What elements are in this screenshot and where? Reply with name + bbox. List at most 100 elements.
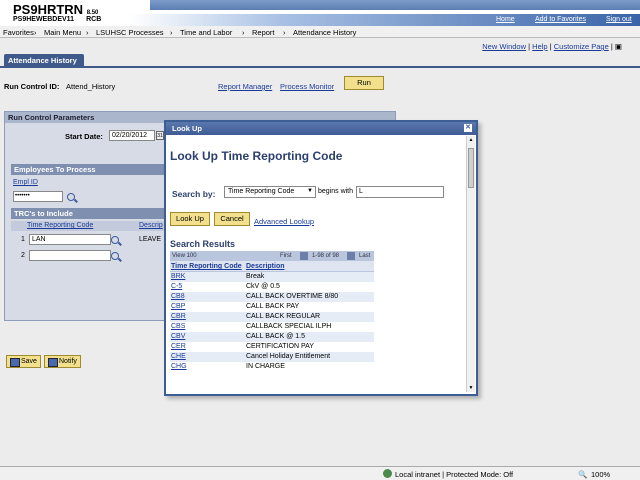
trc-code-link[interactable]: CHE — [171, 353, 186, 360]
dialog-heading: Look Up Time Reporting Code — [170, 149, 343, 163]
trc-code-link[interactable]: CBV — [171, 333, 185, 340]
trc-column-sort[interactable]: Time Reporting Code — [171, 263, 242, 270]
lookup-icon[interactable] — [111, 236, 119, 244]
globe-icon — [383, 469, 392, 478]
dialog-scrollbar[interactable]: ▲ ▼ — [466, 136, 475, 392]
process-monitor-link[interactable]: Process Monitor — [280, 82, 334, 91]
trc-code-link[interactable]: BRK — [171, 273, 185, 280]
calendar-icon[interactable]: 31 — [156, 131, 164, 140]
dialog-title-bar: Look Up ✕ — [166, 122, 476, 135]
table-row: CB8 CALL BACK OVERTIME 8/80 — [170, 292, 374, 302]
breadcrumb-separator: › — [86, 28, 89, 37]
new-window-link[interactable]: New Window — [482, 42, 526, 51]
description-column-sort[interactable]: Description — [246, 263, 285, 270]
empl-id-header[interactable]: Empl ID — [13, 179, 38, 186]
user-label: RCB — [86, 16, 102, 23]
trc-code-link[interactable]: CBS — [171, 323, 185, 330]
brand-title: PS9HRTRN 8.50 — [13, 2, 99, 17]
zoom-icon[interactable]: 🔍 — [578, 470, 587, 479]
menu-favorites[interactable]: Favorites — [3, 28, 34, 37]
menu-main-menu[interactable]: Main Menu — [44, 28, 81, 37]
lookup-button[interactable]: Look Up — [170, 212, 210, 226]
search-by-select[interactable]: Time Reporting Code ▼ — [224, 186, 316, 198]
scroll-down-icon[interactable]: ▼ — [468, 385, 474, 391]
start-date-label: Start Date: — [65, 132, 103, 141]
trc-code-link[interactable]: CBR — [171, 313, 186, 320]
help-link[interactable]: Help — [532, 42, 547, 51]
grid-header: Time Reporting Code Description — [170, 261, 374, 272]
trc-description: CALL BACK @ 1.5 — [246, 333, 305, 340]
trc-code-link[interactable]: CER — [171, 343, 186, 350]
table-row: CBP CALL BACK PAY — [170, 302, 374, 312]
next-page-icon[interactable] — [347, 252, 355, 260]
trc-row: 2 — [11, 250, 171, 262]
lookup-icon[interactable] — [111, 252, 119, 260]
table-row: CBR CALL BACK REGULAR — [170, 312, 374, 322]
trc-input[interactable] — [29, 250, 111, 261]
trc-description: CERTIFICATION PAY — [246, 343, 314, 350]
trc-code-link[interactable]: C-5 — [171, 283, 182, 290]
run-control-value: Attend_History — [66, 82, 116, 91]
run-button[interactable]: Run — [344, 76, 384, 90]
lookup-icon[interactable] — [67, 193, 75, 201]
home-link[interactable]: Home — [496, 16, 515, 23]
resize-icon[interactable]: ▣ — [615, 42, 622, 51]
trc-description: CkV @ 0.5 — [246, 283, 280, 290]
breadcrumb-separator: › — [34, 28, 37, 37]
save-button[interactable]: Save — [6, 355, 41, 368]
advanced-lookup-link[interactable]: Advanced Lookup — [254, 217, 314, 226]
trc-description: CALL BACK REGULAR — [246, 313, 321, 320]
run-control-label: Run Control ID: — [4, 82, 60, 91]
first-label: First — [280, 253, 292, 259]
customize-page-link[interactable]: Customize Page — [554, 42, 609, 51]
trc-description: Cancel Holiday Entitlement — [246, 353, 331, 360]
search-by-label: Search by: — [172, 189, 216, 199]
trcs-section-title: TRC's to Include — [11, 208, 171, 219]
add-to-favorites-link[interactable]: Add to Favorites — [535, 16, 586, 23]
lookup-dialog: Look Up ✕ Look Up Time Reporting Code Se… — [164, 120, 478, 396]
menu-report[interactable]: Report — [252, 28, 275, 37]
begins-with-label: begins with — [318, 188, 354, 195]
app-header: PS9HRTRN 8.50 PS9HEWEBDEV11 RCB Home Add … — [0, 0, 640, 26]
trc-column-header[interactable]: Time Reporting Code — [27, 222, 93, 229]
scroll-up-icon[interactable]: ▲ — [468, 137, 474, 143]
view-100-link[interactable]: View 100 — [172, 253, 197, 259]
dialog-title: Look Up — [172, 124, 202, 133]
notify-button[interactable]: Notify — [44, 355, 81, 368]
close-icon[interactable]: ✕ — [464, 124, 472, 132]
scroll-thumb[interactable] — [468, 148, 474, 188]
start-date-input[interactable]: 02/20/2012 — [109, 130, 155, 141]
database-label: PS9HEWEBDEV11 RCB — [13, 16, 102, 23]
zoom-level[interactable]: 100% — [591, 470, 610, 479]
search-results-label: Search Results — [170, 239, 236, 249]
status-bar: Local intranet | Protected Mode: Off 🔍 1… — [0, 466, 640, 480]
sign-out-link[interactable]: Sign out — [606, 16, 632, 23]
description-column-header[interactable]: Descrip — [139, 222, 163, 229]
trc-code-link[interactable]: CB8 — [171, 293, 185, 300]
security-zone: Local intranet | Protected Mode: Off — [395, 470, 514, 479]
report-manager-link[interactable]: Report Manager — [218, 82, 272, 91]
trc-code-link[interactable]: CHG — [171, 363, 187, 370]
header-links: Home Add to Favorites Sign out — [130, 14, 640, 26]
menu-time-and-labor[interactable]: Time and Labor — [180, 28, 232, 37]
table-row: CBV CALL BACK @ 1.5 — [170, 332, 374, 342]
menu-attendance-history[interactable]: Attendance History — [293, 28, 356, 37]
chevron-down-icon: ▼ — [307, 188, 313, 194]
trc-description: CALL BACK PAY — [246, 303, 300, 310]
table-row: CHG IN CHARGE — [170, 362, 374, 372]
menu-lsuhsc-processes[interactable]: LSUHSC Processes — [96, 28, 164, 37]
prev-page-icon[interactable] — [300, 252, 308, 260]
table-row: CBS CALLBACK SPECIAL ILPH — [170, 322, 374, 332]
trc-code-link[interactable]: CBP — [171, 303, 185, 310]
table-row: BRK Break — [170, 272, 374, 282]
trc-input[interactable]: LAN — [29, 234, 111, 245]
cancel-button[interactable]: Cancel — [214, 212, 250, 226]
search-input[interactable]: L — [356, 186, 444, 198]
search-by-value: Time Reporting Code — [228, 188, 295, 195]
trc-description: CALL BACK OVERTIME 8/80 — [246, 293, 339, 300]
trc-description: CALLBACK SPECIAL ILPH — [246, 323, 332, 330]
table-row: CHE Cancel Holiday Entitlement — [170, 352, 374, 362]
trc-description: IN CHARGE — [246, 363, 285, 370]
tab-attendance-history[interactable]: Attendance History — [4, 54, 84, 66]
empl-id-input[interactable]: ••••••• — [13, 191, 63, 202]
